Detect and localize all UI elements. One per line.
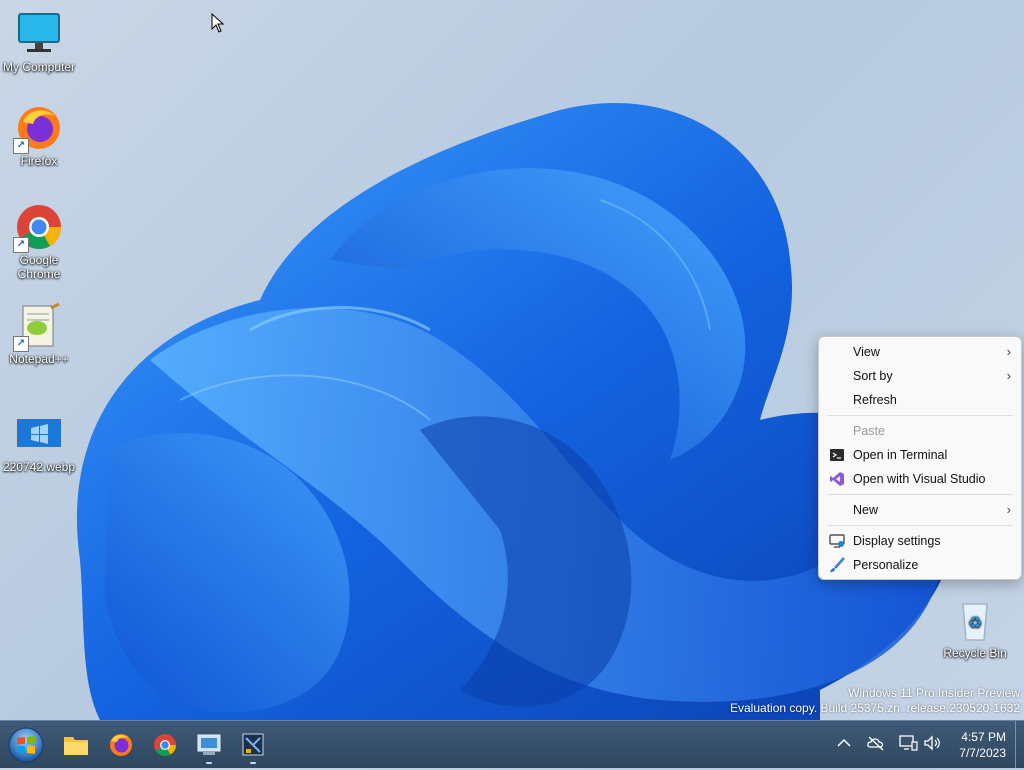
remote-desktop-icon [197,734,221,755]
chevron-right-icon: › [1006,368,1011,383]
menu-separator [827,525,1013,526]
menu-item-view[interactable]: View › [819,340,1021,364]
menu-item-paste[interactable]: Paste [819,419,1021,443]
notepadpp-icon: ↗ [13,302,63,352]
desktop-icon-recycle-bin[interactable]: ♻ Recycle Bin [937,596,1013,660]
tray-volume[interactable] [922,733,942,753]
menu-item-label: New [853,503,879,517]
desktop-icon-notepadpp[interactable]: ↗ Notepad++ [1,302,77,366]
chevron-right-icon: › [1006,344,1011,359]
watermark-edition: Windows 11 Pro Insider Preview [848,686,1020,700]
clock-time: 4:57 PM [961,730,1006,744]
menu-item-new[interactable]: New › [819,498,1021,522]
chrome-icon: ↗ [13,203,63,253]
recycle-bin-icon: ♻ [951,596,999,644]
watermark-build: Evaluation copy. Build 25375.zn_release.… [730,701,1020,715]
menu-item-label: Open in Terminal [853,448,948,462]
running-indicator [206,762,212,764]
menu-item-label: Personalize [853,558,919,572]
start-button[interactable] [6,725,46,765]
desktop-icon-label: 220742.webp [2,460,76,474]
desktop-icon-my-computer[interactable]: My Computer [1,10,77,74]
chevron-right-icon: › [1006,502,1011,517]
desktop-icon-label: Notepad++ [9,352,69,366]
desktop-icon-image-file[interactable]: 220742.webp [1,410,77,474]
desktop-icon-label: Recycle Bin [943,646,1007,660]
desktop-icon-label: Firefox [20,154,58,168]
cloud-off-icon [867,736,884,751]
taskbar-file-explorer[interactable] [56,725,96,765]
taskbar-remote-desktop[interactable] [189,725,229,765]
desktop-icon-chrome[interactable]: ↗ Google Chrome [1,203,77,281]
desktop-icon-label: My Computer [2,60,76,74]
menu-item-label: Paste [853,424,885,438]
file-explorer-icon [64,737,88,755]
shortcut-arrow-icon: ↗ [13,237,29,253]
speaker-icon [924,735,940,751]
clock-date: 7/7/2023 [959,746,1006,760]
shortcut-arrow-icon: ↗ [13,138,29,154]
chrome-icon [154,734,176,756]
brush-icon [829,557,845,573]
tray-overflow-button[interactable] [834,733,854,753]
menu-item-refresh[interactable]: Refresh [819,388,1021,412]
terminal-app-icon [242,733,264,756]
show-desktop-button[interactable] [1015,721,1024,768]
tray-onedrive[interactable] [866,733,886,753]
start-orb-icon [8,727,44,763]
network-icon [899,735,918,751]
menu-item-label: Open with Visual Studio [853,472,986,486]
running-indicator [250,762,256,764]
menu-item-label: View [853,345,880,359]
menu-item-display-settings[interactable]: Display settings [819,529,1021,553]
menu-item-label: Sort by [853,369,893,383]
display-settings-icon [829,533,845,549]
taskbar: 4:57 PM 7/7/2023 [0,720,1024,768]
terminal-icon [829,447,845,463]
desktop-icon-label: Google Chrome [17,253,61,281]
menu-item-label: Display settings [853,534,941,548]
menu-item-label: Refresh [853,393,897,407]
tray-network[interactable] [898,733,918,753]
svg-text:♻: ♻ [968,613,982,632]
menu-item-open-with-visual-studio[interactable]: Open with Visual Studio [819,467,1021,491]
monitor-icon [15,10,63,58]
taskbar-active-app[interactable] [233,725,273,765]
firefox-icon [110,734,132,756]
taskbar-firefox[interactable] [101,725,141,765]
taskbar-clock[interactable]: 4:57 PM 7/7/2023 [959,729,1006,761]
menu-item-open-in-terminal[interactable]: Open in Terminal [819,443,1021,467]
chevron-up-icon [837,738,851,747]
shortcut-arrow-icon: ↗ [13,336,29,352]
image-file-icon [15,410,63,458]
menu-separator [827,415,1013,416]
menu-item-personalize[interactable]: Personalize [819,553,1021,577]
visual-studio-icon [829,471,845,487]
mouse-cursor-icon [211,13,225,33]
firefox-icon: ↗ [13,104,63,154]
menu-separator [827,494,1013,495]
desktop[interactable]: My Computer ↗ Firefox ↗ Google Chrome ↗ … [0,0,1024,720]
menu-item-sort-by[interactable]: Sort by › [819,364,1021,388]
desktop-icon-firefox[interactable]: ↗ Firefox [1,104,77,168]
taskbar-chrome[interactable] [145,725,185,765]
desktop-context-menu: View › Sort by › Refresh Paste Open in T… [818,336,1022,580]
